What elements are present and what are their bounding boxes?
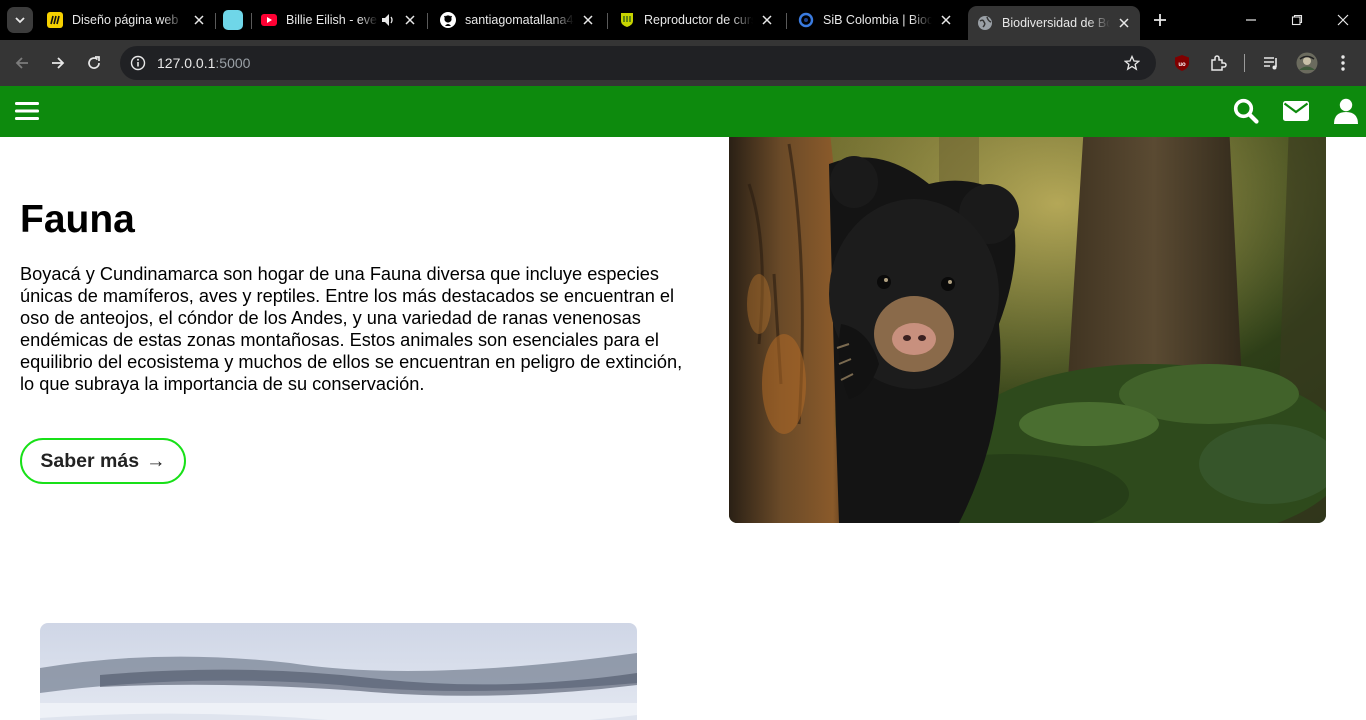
tab-reproductor[interactable]: Reproductor de curs bbox=[619, 6, 775, 34]
user-icon[interactable] bbox=[1332, 97, 1360, 125]
ublock-extension-icon[interactable]: uo bbox=[1171, 52, 1193, 74]
minimize-button[interactable] bbox=[1241, 10, 1261, 30]
miro-icon bbox=[47, 12, 63, 28]
new-tab-button[interactable] bbox=[1150, 10, 1170, 30]
tab-title: Billie Eilish - every bbox=[286, 13, 378, 27]
restore-button[interactable] bbox=[1287, 10, 1307, 30]
section-title: Fauna bbox=[20, 198, 135, 241]
chevron-down-icon bbox=[15, 17, 25, 24]
arrow-right-icon bbox=[52, 57, 65, 69]
close-icon[interactable] bbox=[1116, 15, 1132, 31]
tab-youtube[interactable]: Billie Eilish - every bbox=[261, 6, 418, 34]
youtube-icon bbox=[261, 12, 277, 28]
profile-avatar-icon[interactable] bbox=[1296, 52, 1318, 74]
address-bar[interactable]: 127.0.0.1:5000 bbox=[120, 46, 1156, 80]
tab-diseno[interactable]: Diseño página web bbox=[47, 6, 207, 34]
tab-title: Biodiversidad de Boy bbox=[1002, 16, 1110, 30]
tab-title: santiagomatallana4/ bbox=[465, 13, 574, 27]
tab-title: Diseño página web bbox=[72, 13, 179, 27]
speaker-icon[interactable] bbox=[380, 12, 396, 28]
search-icon[interactable] bbox=[1232, 97, 1260, 125]
close-window-button[interactable] bbox=[1333, 10, 1353, 30]
tab-biodiversidad[interactable]: Biodiversidad de Boy bbox=[968, 6, 1140, 40]
svg-text:uo: uo bbox=[1178, 62, 1186, 68]
tab-search-button[interactable] bbox=[7, 7, 33, 33]
tab-sib[interactable]: SiB Colombia | Biodi bbox=[798, 6, 954, 34]
browser-toolbar: 127.0.0.1:5000 uo bbox=[0, 40, 1366, 86]
close-icon[interactable] bbox=[759, 12, 775, 28]
saber-mas-button[interactable]: Saber más → bbox=[20, 438, 186, 484]
arrow-right-icon: → bbox=[146, 449, 166, 472]
button-label: Saber más bbox=[40, 449, 140, 472]
url-text: 127.0.0.1:5000 bbox=[157, 55, 250, 71]
info-icon[interactable] bbox=[129, 54, 147, 72]
close-icon[interactable] bbox=[580, 12, 596, 28]
url-port: :5000 bbox=[215, 55, 251, 71]
section-description: Boyacá y Cundinamarca son hogar de una F… bbox=[20, 264, 683, 394]
plus-icon bbox=[1154, 14, 1166, 26]
restore-icon bbox=[1291, 14, 1303, 26]
forward-button[interactable] bbox=[46, 51, 70, 75]
tab-strip: Diseño página web Billie Eilish - every … bbox=[0, 0, 1366, 40]
sib-icon bbox=[798, 12, 814, 28]
media-control-icon[interactable] bbox=[1260, 52, 1282, 74]
app-icon bbox=[223, 10, 243, 30]
bookmark-star-icon[interactable] bbox=[1123, 54, 1141, 72]
globe-icon bbox=[977, 15, 993, 31]
bear-photo bbox=[729, 124, 1326, 523]
close-icon[interactable] bbox=[191, 12, 207, 28]
back-button[interactable] bbox=[10, 51, 34, 75]
tab-title: Reproductor de curs bbox=[644, 13, 753, 27]
page-content: Fauna Boyacá y Cundinamarca son hogar de… bbox=[0, 86, 1366, 720]
reload-button[interactable] bbox=[82, 51, 106, 75]
close-icon bbox=[1337, 14, 1349, 26]
shield-icon bbox=[619, 12, 635, 28]
more-menu-icon[interactable] bbox=[1332, 52, 1354, 74]
envelope-icon[interactable] bbox=[1282, 97, 1310, 125]
hamburger-menu-icon[interactable] bbox=[13, 97, 41, 125]
tab-app[interactable] bbox=[223, 6, 245, 34]
minimize-icon bbox=[1246, 19, 1256, 21]
reload-icon bbox=[88, 56, 100, 69]
tab-title: SiB Colombia | Biodi bbox=[823, 13, 932, 27]
close-icon[interactable] bbox=[938, 12, 954, 28]
extensions-puzzle-icon[interactable] bbox=[1207, 52, 1229, 74]
close-icon[interactable] bbox=[402, 12, 418, 28]
github-icon bbox=[440, 12, 456, 28]
tab-github[interactable]: santiagomatallana4/ bbox=[440, 6, 596, 34]
site-navbar bbox=[0, 86, 1366, 137]
landscape-photo bbox=[40, 623, 637, 720]
url-host: 127.0.0.1 bbox=[157, 55, 216, 71]
arrow-left-icon bbox=[15, 57, 28, 69]
